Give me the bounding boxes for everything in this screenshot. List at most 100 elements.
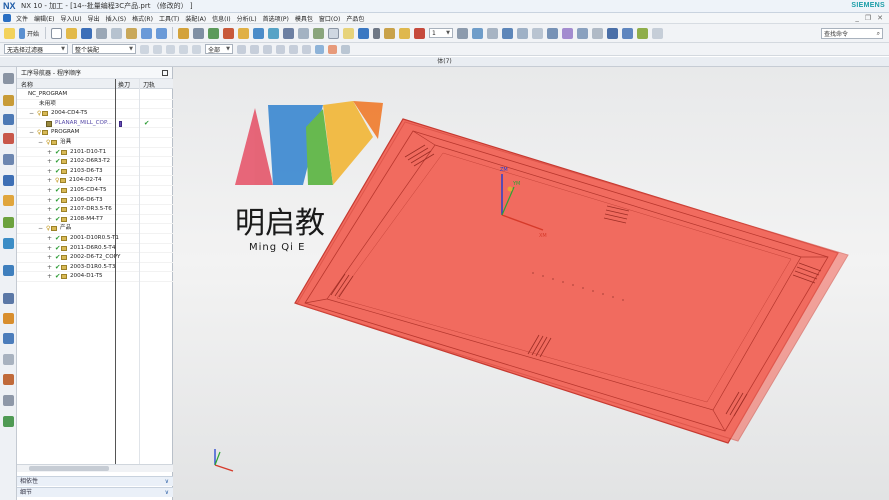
expand-icon[interactable]: +	[47, 176, 52, 186]
array-icon[interactable]	[487, 27, 499, 39]
create-geometry-icon[interactable]	[208, 27, 220, 39]
tree-row[interactable]: + ✔ 2004-D1-T5	[17, 272, 173, 282]
chevron-down-icon[interactable]: ∨	[165, 488, 169, 497]
fit-view-icon[interactable]	[328, 44, 337, 54]
tree-row[interactable]: + ✔ 2001-D10R0.5-T1	[17, 234, 173, 244]
expand-icon[interactable]: +	[47, 234, 52, 244]
chevron-down-icon[interactable]: ▼	[446, 30, 450, 36]
sketch-icon[interactable]	[547, 27, 559, 39]
command-search-input[interactable]: 查找命令 ⌕	[821, 28, 883, 39]
expand-icon[interactable]: +	[47, 215, 52, 225]
layer-icon[interactable]	[414, 27, 426, 39]
machine-tool-icon[interactable]	[3, 114, 14, 125]
part-body[interactable]	[294, 118, 849, 444]
hd3d-tools-icon[interactable]	[3, 416, 14, 427]
verify-toolpath-icon[interactable]	[283, 27, 295, 39]
select-body-icon[interactable]	[179, 44, 188, 54]
render-icon[interactable]	[637, 27, 649, 39]
visual-reports-icon[interactable]	[3, 395, 14, 406]
select-all-icon[interactable]	[140, 44, 149, 54]
menu-analysis[interactable]: 分析(L)	[234, 14, 260, 23]
tree-row[interactable]: − ♀ PROGRAM	[17, 128, 173, 138]
assembly-scope-dropdown[interactable]: 整个装配 ▼	[72, 44, 136, 54]
close-icon[interactable]: ✕	[877, 14, 883, 22]
paste-icon[interactable]	[126, 27, 138, 39]
group-icon[interactable]	[532, 27, 544, 39]
align-icon[interactable]	[517, 27, 529, 39]
stock-icon[interactable]	[343, 27, 355, 39]
expand-icon[interactable]: +	[47, 157, 52, 167]
layer-spin-box[interactable]: 1 ▼	[429, 28, 454, 38]
snap-mid-icon[interactable]	[263, 44, 272, 54]
redo-icon[interactable]	[156, 27, 168, 39]
table-icon[interactable]	[328, 27, 340, 39]
help-icon[interactable]	[4, 27, 15, 39]
tree-row[interactable]: − ♀ 产品	[17, 224, 173, 234]
create-method-icon[interactable]	[223, 27, 235, 39]
tree-row[interactable]: 未用项	[17, 100, 173, 110]
deselect-icon[interactable]	[153, 44, 162, 54]
snap-end-icon[interactable]	[250, 44, 259, 54]
transform-icon[interactable]	[472, 27, 484, 39]
menu-format[interactable]: 格式(R)	[129, 14, 156, 23]
graphics-viewport[interactable]: 明启教 Ming Qi E ZM YM XM	[173, 67, 889, 500]
expand-icon[interactable]: +	[47, 167, 52, 177]
expand-icon[interactable]: +	[47, 186, 52, 196]
history-icon[interactable]	[622, 27, 634, 39]
dependencies-panel[interactable]: 相依性 ∨	[17, 476, 173, 486]
generate-toolpath-icon[interactable]	[253, 27, 265, 39]
part-navigator-icon[interactable]	[3, 217, 14, 228]
create-program-icon[interactable]	[178, 27, 190, 39]
select-scope-dropdown[interactable]: 全部 ▼	[205, 44, 233, 54]
reuse-library-icon[interactable]	[3, 238, 14, 249]
process-studio-icon[interactable]	[3, 313, 14, 324]
start-icon[interactable]	[19, 27, 25, 39]
tree-row[interactable]: + ✔ 2003-D1R0.5-T3	[17, 263, 173, 273]
select-face-icon[interactable]	[192, 44, 201, 54]
select-feature-icon[interactable]	[166, 44, 175, 54]
expand-icon[interactable]: +	[47, 244, 52, 254]
menu-insert[interactable]: 插入(S)	[103, 14, 130, 23]
selection-filter-dropdown[interactable]: 无选择过滤器 ▼	[4, 44, 68, 54]
tree-row[interactable]: + ♀ 2104-D2-T4	[17, 176, 173, 186]
search-icon[interactable]: ⌕	[877, 30, 880, 38]
system-materials-icon[interactable]	[3, 374, 14, 385]
copy-icon[interactable]	[111, 27, 123, 39]
zoom-icon[interactable]	[341, 44, 350, 54]
cut-icon[interactable]	[96, 27, 108, 39]
tree-row[interactable]: + ✔ 2103-D6-T3	[17, 167, 173, 177]
menu-preferences[interactable]: 首选项(P)	[260, 14, 292, 23]
shading-icon[interactable]	[315, 44, 324, 54]
snap-icon[interactable]	[502, 27, 514, 39]
column-path[interactable]: 刀轨	[143, 80, 155, 89]
collapse-icon[interactable]: −	[29, 128, 34, 138]
edit-icon[interactable]	[592, 27, 604, 39]
geometry-view-icon[interactable]	[3, 133, 14, 144]
collapse-icon[interactable]: −	[38, 224, 43, 234]
measure-icon[interactable]	[399, 27, 411, 39]
constraint-navigator-icon[interactable]	[3, 195, 14, 206]
open-file-icon[interactable]	[66, 27, 78, 39]
expand-icon[interactable]: +	[47, 263, 52, 273]
menu-export[interactable]: 导出	[85, 14, 103, 23]
web-browser-icon[interactable]	[3, 265, 14, 276]
menu-assembly[interactable]: 装配(A)	[182, 14, 209, 23]
expand-icon[interactable]: +	[47, 205, 52, 215]
expand-icon[interactable]: +	[47, 196, 52, 206]
menu-window[interactable]: 窗口(O)	[316, 14, 343, 23]
tree-row[interactable]: NC_PROGRAM	[17, 90, 173, 100]
nx-menu-icon[interactable]	[3, 14, 11, 22]
maximize-icon[interactable]	[162, 69, 168, 76]
minimize-icon[interactable]: _	[855, 14, 859, 22]
tree-row[interactable]: + ✔ 2102-D6R3-T2	[17, 157, 173, 167]
curve-icon[interactable]	[562, 27, 574, 39]
tree-row[interactable]: + ✔ 2105-CD4-T5	[17, 186, 173, 196]
settings-icon[interactable]	[3, 73, 14, 84]
column-name[interactable]: 名称	[21, 80, 33, 89]
history-icon[interactable]	[3, 293, 14, 304]
point-icon[interactable]	[373, 27, 381, 39]
viewport-canvas[interactable]: 明启教 Ming Qi E ZM YM XM	[173, 67, 889, 500]
navigator-horizontal-scrollbar[interactable]	[17, 464, 173, 472]
replay-toolpath-icon[interactable]	[268, 27, 280, 39]
menu-product[interactable]: 产品包	[343, 14, 367, 23]
